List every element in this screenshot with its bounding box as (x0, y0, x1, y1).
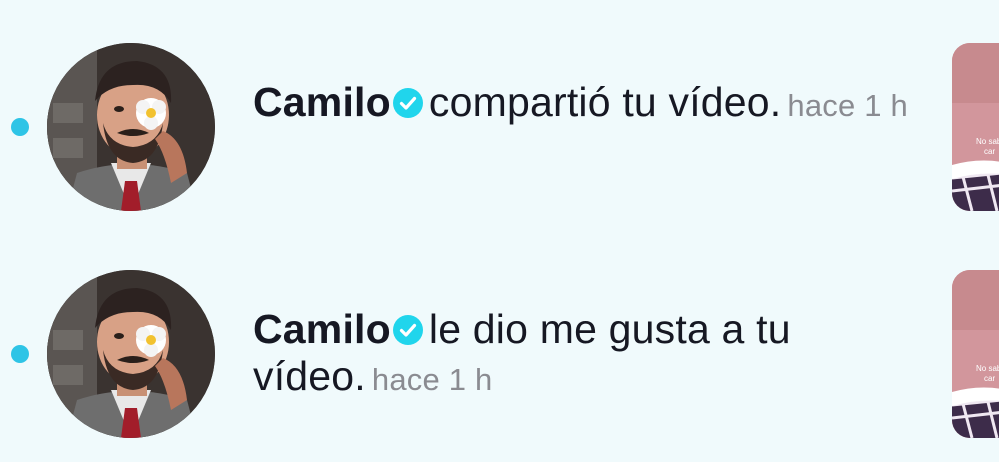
verified-badge-icon (392, 315, 423, 345)
thumbnail-caption: No sab car (976, 364, 999, 383)
thumbnail-caption: No sab car (976, 137, 999, 156)
avatar-image (47, 270, 215, 438)
verified-badge-icon (392, 88, 423, 118)
unread-indicator (11, 118, 29, 136)
avatar[interactable] (47, 270, 215, 438)
notification-time: hace 1 h (371, 362, 493, 397)
thumbnail-image (952, 270, 999, 438)
username[interactable]: Camilo (253, 79, 391, 125)
notification-text: Camilo compartió tu vídeo. hace 1 h (253, 79, 923, 129)
video-thumbnail[interactable]: No sab car (952, 43, 999, 211)
thumbnail-image (952, 43, 999, 211)
username[interactable]: Camilo (253, 306, 391, 352)
notification-text: Camilo le dio me gusta a tu vídeo. hace 1 … (253, 306, 923, 403)
notification-item[interactable]: Camilo compartió tu vídeo. hace 1 h No sab… (0, 26, 999, 226)
video-thumbnail[interactable]: No sab car (952, 270, 999, 438)
avatar-image (47, 43, 215, 211)
avatar[interactable] (47, 43, 215, 211)
notification-action: compartió tu vídeo. (428, 79, 782, 125)
unread-indicator (11, 345, 29, 363)
notification-time: hace 1 h (787, 88, 908, 123)
notification-item[interactable]: Camilo le dio me gusta a tu vídeo. hace 1 … (0, 253, 999, 453)
